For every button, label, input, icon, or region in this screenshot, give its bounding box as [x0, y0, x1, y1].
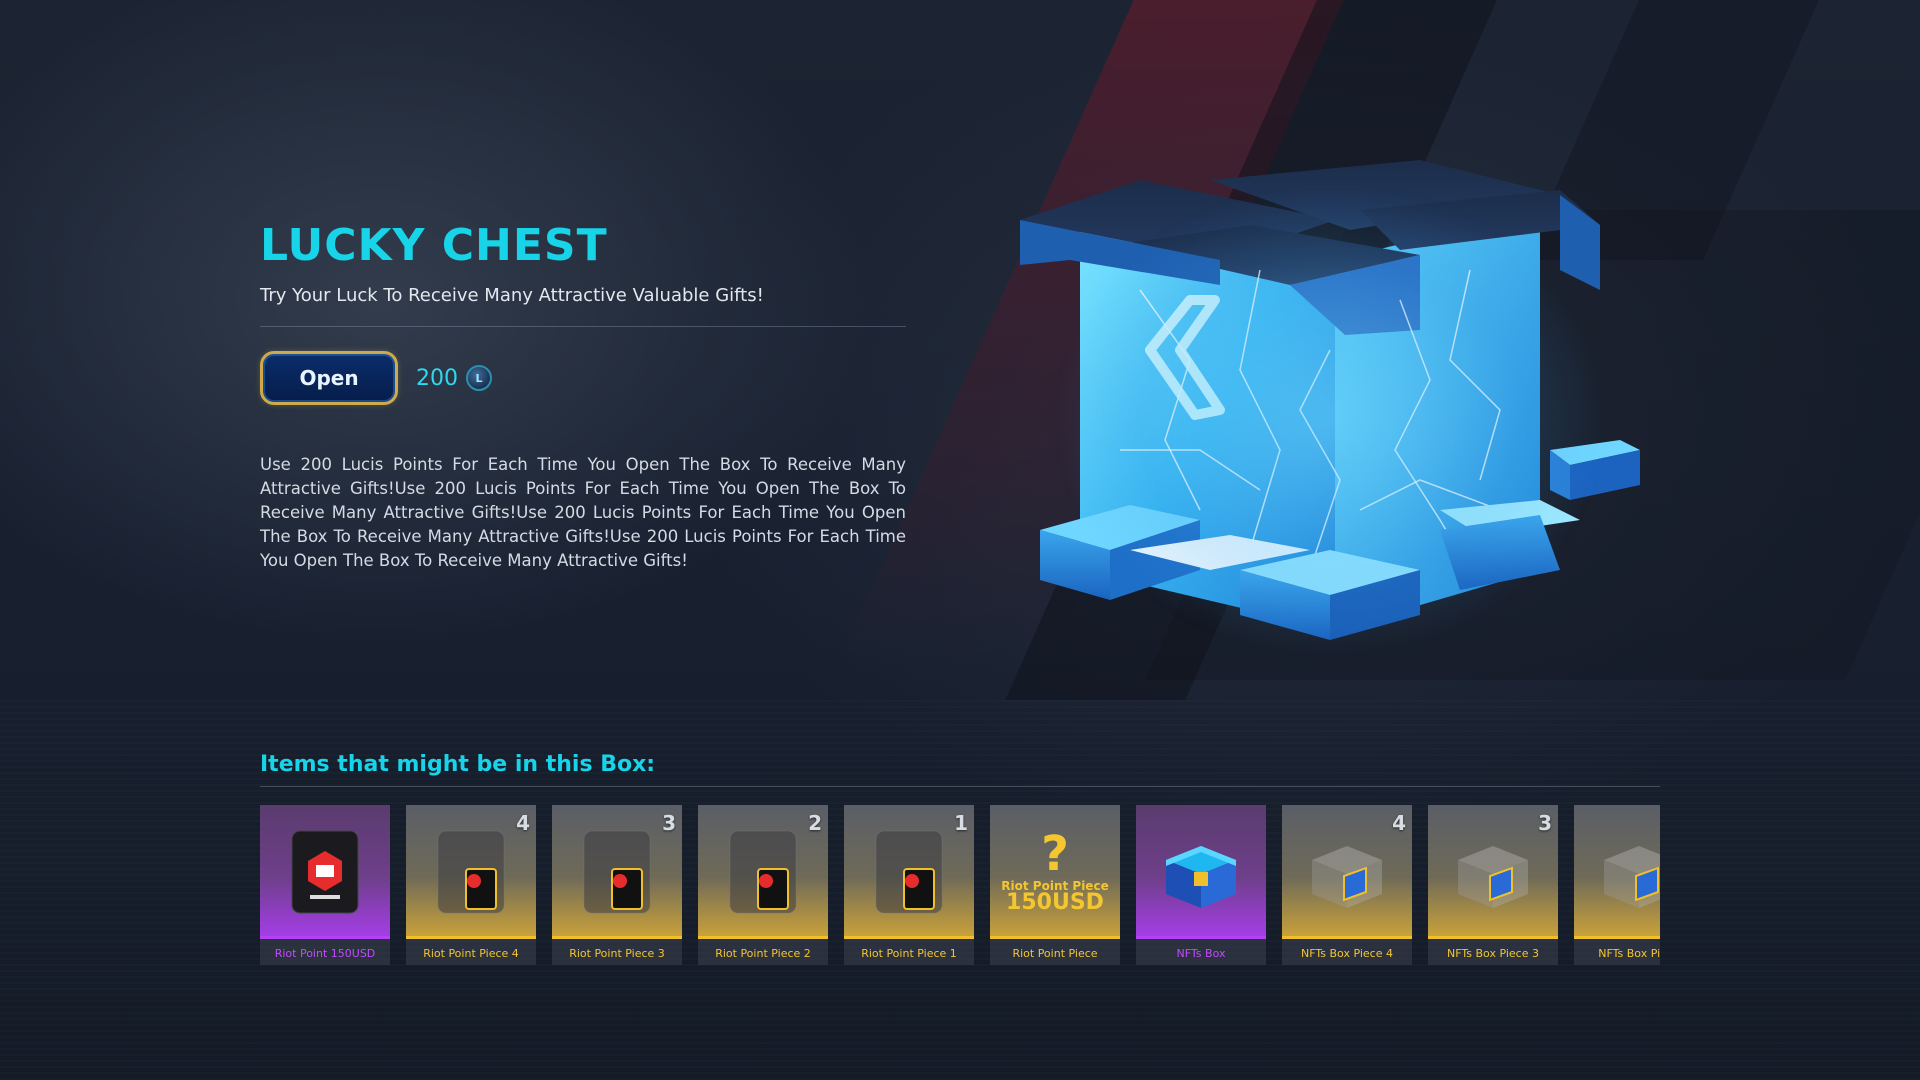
item-count: 2 [808, 811, 822, 835]
items-section-title: Items that might be in this Box: [260, 752, 656, 777]
box-item-card[interactable]: 4 NFTs Box Piece 4 [1282, 805, 1412, 965]
item-count: 1 [954, 811, 968, 835]
items-carousel[interactable]: Riot Point 150USD 4 Riot Point Piece 4 3 Rio… [260, 805, 1660, 965]
box-item-card[interactable]: 3 Riot Point Piece 3 [552, 805, 682, 965]
open-row: Open 200 L [260, 351, 906, 405]
item-label: Riot Point Piece 3 [569, 947, 665, 960]
riot-point-piece-icon [437, 830, 505, 914]
item-label: NFTs Box Piece [1598, 947, 1660, 960]
item-count: 4 [1392, 811, 1406, 835]
riot-point-piece-icon [875, 830, 943, 914]
open-button[interactable]: Open [260, 351, 398, 405]
lucky-chest-image [1000, 150, 1660, 650]
page-subtitle: Try Your Luck To Receive Many Attractive… [260, 285, 764, 306]
riot-point-piece-icon [729, 830, 797, 914]
lucis-coin-icon: L [466, 365, 492, 391]
nft-box-piece-icon [1458, 846, 1528, 908]
item-count: 4 [516, 811, 530, 835]
item-label: NFTs Box [1176, 947, 1226, 960]
nft-box-piece-icon [1312, 846, 1382, 908]
item-count: 3 [662, 811, 676, 835]
box-item-card[interactable]: 4 Riot Point Piece 4 [406, 805, 536, 965]
item-label: NFTs Box Piece 4 [1301, 947, 1393, 960]
box-item-card[interactable]: ? Riot Point Piece 150USD Riot Point Piece [990, 805, 1120, 965]
box-item-card[interactable]: 1 Riot Point Piece 1 [844, 805, 974, 965]
item-count: 3 [1538, 811, 1552, 835]
riot-point-piece-icon [583, 830, 651, 914]
items-divider [260, 786, 1660, 787]
item-label: Riot Point Piece 2 [715, 947, 811, 960]
chest-info: LUCKY CHEST Try Your Luck To Receive Man… [260, 220, 906, 573]
box-item-card[interactable]: NFTs Box Piece [1574, 805, 1660, 965]
price-value: 200 [416, 365, 458, 391]
page-title: LUCKY CHEST [260, 220, 608, 271]
divider [260, 326, 906, 327]
box-item-card[interactable]: 2 Riot Point Piece 2 [698, 805, 828, 965]
item-art [1136, 805, 1266, 939]
item-label: Riot Point Piece [1012, 947, 1098, 960]
box-item-card[interactable]: Riot Point 150USD [260, 805, 390, 965]
chest-glow [1060, 190, 1600, 650]
item-label: NFTs Box Piece 3 [1447, 947, 1539, 960]
box-item-card[interactable]: 3 NFTs Box Piece 3 [1428, 805, 1558, 965]
item-art [1574, 805, 1660, 939]
item-label: Riot Point Piece 4 [423, 947, 519, 960]
item-label: Riot Point 150USD [274, 947, 376, 960]
item-label: Riot Point Piece 1 [861, 947, 957, 960]
nft-box-icon [1166, 846, 1236, 908]
nft-box-piece-icon [1604, 846, 1660, 908]
item-art-line-2: 150USD [1006, 890, 1104, 915]
item-art [260, 805, 390, 939]
item-art: ? Riot Point Piece 150USD [990, 805, 1120, 939]
chest-description: Use 200 Lucis Points For Each Time You O… [260, 455, 906, 570]
riot-point-card-icon [291, 830, 359, 914]
box-item-card[interactable]: NFTs Box [1136, 805, 1266, 965]
